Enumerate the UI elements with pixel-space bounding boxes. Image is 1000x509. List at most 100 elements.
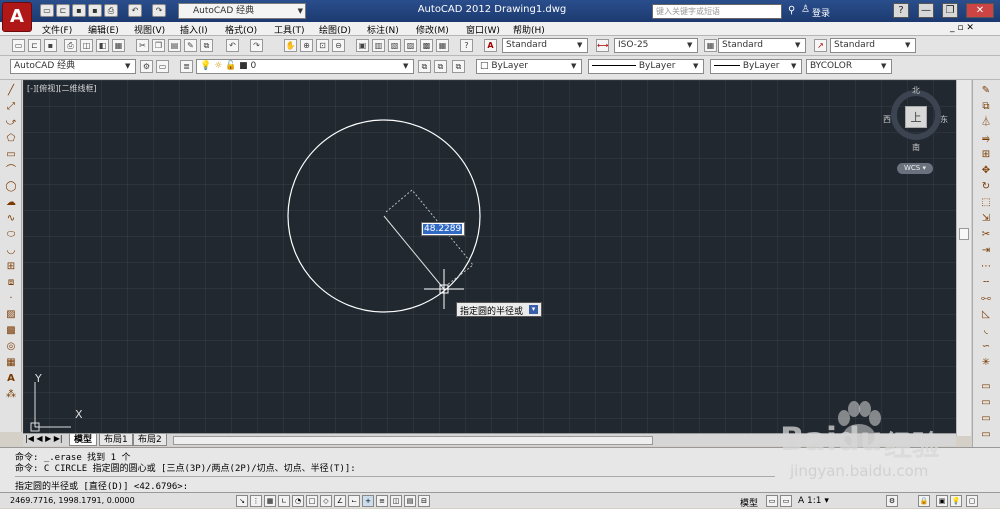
arc-icon[interactable]: ⌒ — [4, 164, 18, 178]
save-icon[interactable]: ▪ — [72, 4, 86, 17]
lineweight-select[interactable]: ByLayer ▼ — [710, 59, 802, 74]
array-icon[interactable]: ⊞ — [979, 148, 993, 162]
rectangle-icon[interactable]: ▭ — [4, 148, 18, 162]
menu-insert[interactable]: 插入(I) — [180, 23, 208, 36]
viewcube-east[interactable]: 东 — [940, 114, 948, 125]
menu-draw[interactable]: 绘图(D) — [319, 23, 351, 36]
help-button[interactable]: ? — [893, 3, 909, 18]
ellipse-icon[interactable]: ⬭ — [4, 228, 18, 242]
undo-tool-icon[interactable]: ↶ — [226, 39, 239, 52]
hardware-accel-icon[interactable]: ▣ — [936, 495, 948, 507]
app-logo[interactable]: A — [2, 2, 32, 32]
copy-icon[interactable]: ❐ — [152, 39, 165, 52]
tab-layout1[interactable]: 布局1 — [99, 434, 133, 446]
grid-icon[interactable]: ▦ — [264, 495, 276, 507]
cut-icon[interactable]: ✂ — [136, 39, 149, 52]
zoom-realtime-icon[interactable]: ⊕ — [300, 39, 313, 52]
workspace-combo[interactable]: AutoCAD 经典 ▼ — [10, 59, 136, 74]
menu-window-controls[interactable]: _ ▫ ✕ — [950, 23, 974, 33]
open-file-icon[interactable]: ⊏ — [28, 39, 41, 52]
workspace-select[interactable]: AutoCAD 经典 ▼ — [178, 3, 306, 19]
fillet-icon[interactable]: ◟ — [979, 324, 993, 338]
menu-modify[interactable]: 修改(M) — [416, 23, 449, 36]
publish-icon[interactable]: ◧ — [96, 39, 109, 52]
redo-icon[interactable]: ↷ — [152, 4, 166, 17]
down-arrow-icon[interactable]: ▾ — [529, 305, 539, 314]
layer-properties-icon[interactable]: ≣ — [180, 60, 193, 73]
mirror-icon[interactable]: ⏃ — [979, 116, 993, 130]
horizontal-scrollbar[interactable] — [173, 436, 653, 445]
text-style-select[interactable]: Standard ▼ — [502, 38, 588, 53]
menu-view[interactable]: 视图(V) — [134, 23, 165, 36]
osnap-icon[interactable]: □ — [306, 495, 318, 507]
sc-icon[interactable]: ⊟ — [418, 495, 430, 507]
sheet-set-icon[interactable]: ▨ — [404, 39, 417, 52]
ducs-icon[interactable]: ⌙ — [348, 495, 360, 507]
qp-icon[interactable]: ▤ — [404, 495, 416, 507]
zoom-previous-icon[interactable]: ⊖ — [332, 39, 345, 52]
isolate-icon[interactable]: 💡 — [950, 495, 962, 507]
stretch-icon[interactable]: ⇲ — [979, 212, 993, 226]
ortho-icon[interactable]: ∟ — [278, 495, 290, 507]
saveas-icon[interactable]: ▪ — [88, 4, 102, 17]
linetype-select[interactable]: ByLayer ▼ — [588, 59, 704, 74]
menu-help[interactable]: 帮助(H) — [513, 23, 545, 36]
open-icon[interactable]: ⊏ — [56, 4, 70, 17]
save-file-icon[interactable]: ▪ — [44, 39, 57, 52]
revcloud-icon[interactable]: ☁ — [4, 196, 18, 210]
menu-dimension[interactable]: 标注(N) — [367, 23, 399, 36]
undo-icon[interactable]: ↶ — [128, 4, 142, 17]
scroll-thumb[interactable] — [959, 228, 969, 240]
make-block-icon[interactable]: ⧈ — [4, 276, 18, 290]
construction-line-icon[interactable]: ⤢ — [4, 100, 18, 114]
redo-tool-icon[interactable]: ↷ — [250, 39, 263, 52]
menu-window[interactable]: 窗口(W) — [466, 23, 500, 36]
menu-edit[interactable]: 编辑(E) — [88, 23, 119, 36]
layer-select[interactable]: 💡 ☼ 🔓 ■ 0 ▼ — [196, 59, 414, 74]
tool-extra-4-icon[interactable]: ▭ — [979, 428, 993, 442]
tab-layout2[interactable]: 布局2 — [133, 434, 167, 446]
model-space-toggle[interactable]: 模型 — [740, 496, 758, 509]
lock-icon[interactable]: 🔒 — [918, 495, 930, 507]
search-input[interactable]: 键入关键字或短语 — [652, 4, 782, 19]
vertical-scrollbar[interactable] — [956, 80, 971, 436]
workspace-save-icon[interactable]: ▭ — [156, 60, 169, 73]
quick-view-layouts-icon[interactable]: ▭ — [766, 495, 778, 507]
annotation-scale[interactable]: A 1:1 ▾ — [798, 496, 829, 506]
insert-block-icon[interactable]: ⊞ — [4, 260, 18, 274]
otrack-icon[interactable]: ∠ — [334, 495, 346, 507]
table-style-icon[interactable]: ▦ — [704, 39, 717, 52]
polyline-icon[interactable]: ⤻ — [4, 116, 18, 130]
binoculars-icon[interactable]: ⚲ — [788, 5, 800, 17]
offset-icon[interactable]: ⥤ — [979, 132, 993, 146]
minimize-button[interactable]: — — [918, 3, 934, 18]
markup-icon[interactable]: ▩ — [420, 39, 433, 52]
multileader-style-select[interactable]: Standard ▼ — [830, 38, 916, 53]
quick-view-drawings-icon[interactable]: ▭ — [780, 495, 792, 507]
chamfer-icon[interactable]: ◺ — [979, 308, 993, 322]
dim-style-select[interactable]: ISO-25 ▼ — [614, 38, 698, 53]
menu-format[interactable]: 格式(O) — [225, 23, 257, 36]
line-icon[interactable]: ╱ — [4, 84, 18, 98]
help-tool-icon[interactable]: ? — [460, 39, 473, 52]
mtext-icon[interactable]: A — [4, 372, 18, 386]
explode-icon[interactable]: ✳ — [979, 356, 993, 370]
qnew-icon[interactable]: ▭ — [12, 39, 25, 52]
tool-extra-2-icon[interactable]: ▭ — [979, 396, 993, 410]
workspace-switch-icon[interactable]: ⚙ — [886, 495, 898, 507]
rotate-icon[interactable]: ↻ — [979, 180, 993, 194]
pan-icon[interactable]: ✋ — [284, 39, 297, 52]
quickcalc-icon[interactable]: ▦ — [436, 39, 449, 52]
menu-file[interactable]: 文件(F) — [42, 23, 72, 36]
menu-tools[interactable]: 工具(T) — [274, 23, 305, 36]
workspace-settings-icon[interactable]: ⚙ — [140, 60, 153, 73]
table-icon[interactable]: ▦ — [4, 356, 18, 370]
restore-button[interactable]: ❐ — [942, 3, 958, 18]
layer-previous-icon[interactable]: ⧉ — [434, 60, 447, 73]
region-icon[interactable]: ◎ — [4, 340, 18, 354]
viewcube-north[interactable]: 北 — [912, 85, 920, 96]
dyn-icon[interactable]: + — [362, 495, 374, 507]
trim-icon[interactable]: ✂ — [979, 228, 993, 242]
radius-input[interactable]: 48.2289 — [421, 222, 465, 236]
polar-icon[interactable]: ◔ — [292, 495, 304, 507]
